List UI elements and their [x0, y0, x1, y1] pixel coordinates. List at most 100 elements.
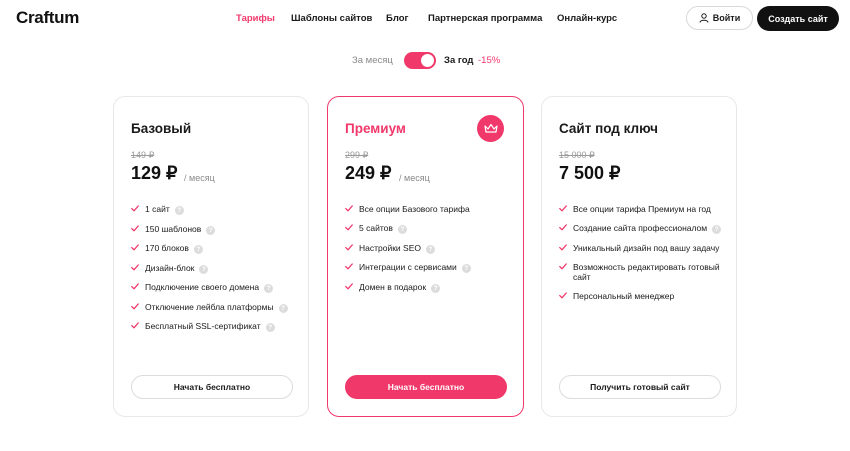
plan-title: Сайт под ключ: [559, 121, 658, 136]
nav-link-templates[interactable]: Шаблоны сайтов: [291, 13, 372, 24]
check-icon: [131, 224, 139, 231]
user-icon: [699, 13, 709, 23]
feature-item: Уникальный дизайн под вашу задачу: [559, 243, 729, 254]
start-free-button[interactable]: Начать бесплатно: [131, 375, 293, 399]
check-icon: [131, 322, 139, 329]
site-header: Craftum Тарифы Шаблоны сайтов Блог Партн…: [0, 0, 850, 38]
login-button[interactable]: Войти: [686, 6, 753, 30]
feature-text: 150 шаблонов: [145, 223, 202, 234]
check-icon: [131, 244, 139, 251]
old-price: 15 000 ₽: [559, 150, 595, 160]
feature-item: Домен в подарок?: [345, 282, 515, 293]
feature-text: Интеграции с сервисами: [359, 262, 457, 272]
help-icon[interactable]: ?: [193, 245, 203, 254]
monthly-label[interactable]: За месяц: [352, 55, 393, 66]
feature-list: Все опции тарифа Премиум на год Создание …: [559, 204, 729, 310]
feature-item: Настройки SEO?: [345, 243, 515, 254]
feature-text: Уникальный дизайн под вашу задачу: [573, 242, 720, 253]
old-price: 149 ₽: [131, 150, 155, 160]
feature-item: Все опции тарифа Премиум на год: [559, 204, 729, 215]
plan-title: Премиум: [345, 121, 406, 136]
check-icon: [345, 243, 353, 250]
old-price: 299 ₽: [345, 150, 369, 160]
price: 129 ₽: [131, 163, 178, 183]
feature-item: Подключение своего домена?: [131, 282, 301, 293]
yearly-label[interactable]: За год: [444, 55, 473, 66]
feature-text: Бесплатный SSL-сертификат: [145, 321, 261, 331]
feature-item: 150 шаблонов?: [131, 224, 301, 235]
help-icon[interactable]: ?: [461, 264, 471, 273]
feature-item: Создание сайта профессионалом?: [559, 223, 729, 234]
plan-title: Базовый: [131, 121, 192, 136]
feature-list: Все опции Базового тарифа 5 сайтов? Настро…: [345, 204, 515, 301]
login-label: Войти: [712, 13, 741, 23]
feature-text: 170 блоков: [145, 243, 189, 253]
feature-item: Отключение лейбла платформы?: [131, 302, 301, 313]
nav-link-partner[interactable]: Партнерская программа: [428, 13, 542, 24]
check-icon: [345, 263, 353, 270]
feature-text: Персональный менеджер: [573, 291, 675, 301]
help-icon[interactable]: ?: [174, 206, 184, 215]
discount-badge: -15%: [478, 55, 501, 66]
crown-icon: [483, 123, 498, 133]
check-icon: [559, 262, 567, 269]
nav-link-blog[interactable]: Блог: [386, 13, 409, 24]
feature-item: Все опции Базового тарифа: [345, 204, 515, 215]
feature-text: Отключение лейбла платформы: [145, 301, 274, 312]
nav-link-course[interactable]: Онлайн-курс: [557, 13, 617, 24]
feature-item: 5 сайтов?: [345, 223, 515, 234]
check-icon: [559, 243, 567, 250]
feature-text: Домен в подарок: [359, 281, 427, 292]
price: 249 ₽: [345, 163, 392, 183]
check-icon: [559, 224, 567, 231]
help-icon[interactable]: ?: [431, 283, 441, 293]
check-icon: [131, 263, 139, 270]
billing-toggle[interactable]: [404, 52, 436, 69]
feature-text: Настройки SEO: [359, 242, 421, 253]
check-icon: [559, 205, 567, 212]
price-period: / месяц: [184, 173, 215, 183]
nav-link-tariffs[interactable]: Тарифы: [236, 13, 275, 24]
start-free-button[interactable]: Начать бесплатно: [345, 375, 507, 399]
feature-item: Дизайн-блок?: [131, 263, 301, 274]
feature-item: Персональный менеджер: [559, 291, 729, 302]
help-icon[interactable]: ?: [712, 225, 722, 234]
check-icon: [131, 302, 139, 309]
feature-text: Возможность редактировать готовый сайт: [573, 261, 720, 283]
feature-item: Интеграции с сервисами?: [345, 262, 515, 273]
help-icon[interactable]: ?: [265, 323, 275, 332]
price-period: / месяц: [399, 173, 430, 183]
check-icon: [131, 205, 139, 212]
help-icon[interactable]: ?: [426, 244, 435, 254]
check-icon: [345, 205, 353, 212]
get-ready-site-button[interactable]: Получить готовый сайт: [559, 375, 721, 399]
help-icon[interactable]: ?: [264, 284, 274, 293]
help-icon[interactable]: ?: [199, 264, 209, 274]
feature-text: Дизайн-блок: [145, 262, 195, 273]
feature-item: Бесплатный SSL-сертификат?: [131, 321, 301, 332]
feature-text: 1 сайт: [145, 204, 170, 214]
plan-card-turnkey: Сайт под ключ 15 000 ₽ 7 500 ₽ Все опции…: [541, 96, 737, 417]
feature-text: 5 сайтов: [359, 223, 393, 233]
plan-card-basic: Базовый 149 ₽ 129 ₽ / месяц 1 сайт? 150 ш…: [113, 96, 309, 417]
feature-text: Создание сайта профессионалом: [573, 223, 708, 233]
feature-item: 1 сайт?: [131, 204, 301, 215]
create-site-button[interactable]: Создать сайт: [757, 6, 839, 31]
feature-text: Все опции тарифа Премиум на год: [573, 204, 711, 214]
toggle-knob: [421, 54, 434, 67]
feature-item: 170 блоков?: [131, 243, 301, 254]
plan-card-premium: Премиум 299 ₽ 249 ₽ / месяц Все опции Ба…: [327, 96, 524, 417]
check-icon: [345, 282, 353, 289]
help-icon[interactable]: ?: [278, 303, 288, 313]
check-icon: [131, 283, 139, 290]
billing-period-switch: За месяц За год -15%: [0, 52, 850, 70]
feature-text: Все опции Базового тарифа: [359, 204, 470, 214]
feature-item: Возможность редактировать готовый сайт: [559, 262, 729, 283]
help-icon[interactable]: ?: [397, 225, 407, 234]
check-icon: [345, 224, 353, 231]
feature-list: 1 сайт? 150 шаблонов? 170 блоков? Дизайн-бл…: [131, 204, 301, 341]
help-icon[interactable]: ?: [206, 225, 216, 235]
feature-text: Подключение своего домена: [145, 282, 260, 292]
premium-badge: [477, 115, 504, 142]
check-icon: [559, 292, 567, 299]
